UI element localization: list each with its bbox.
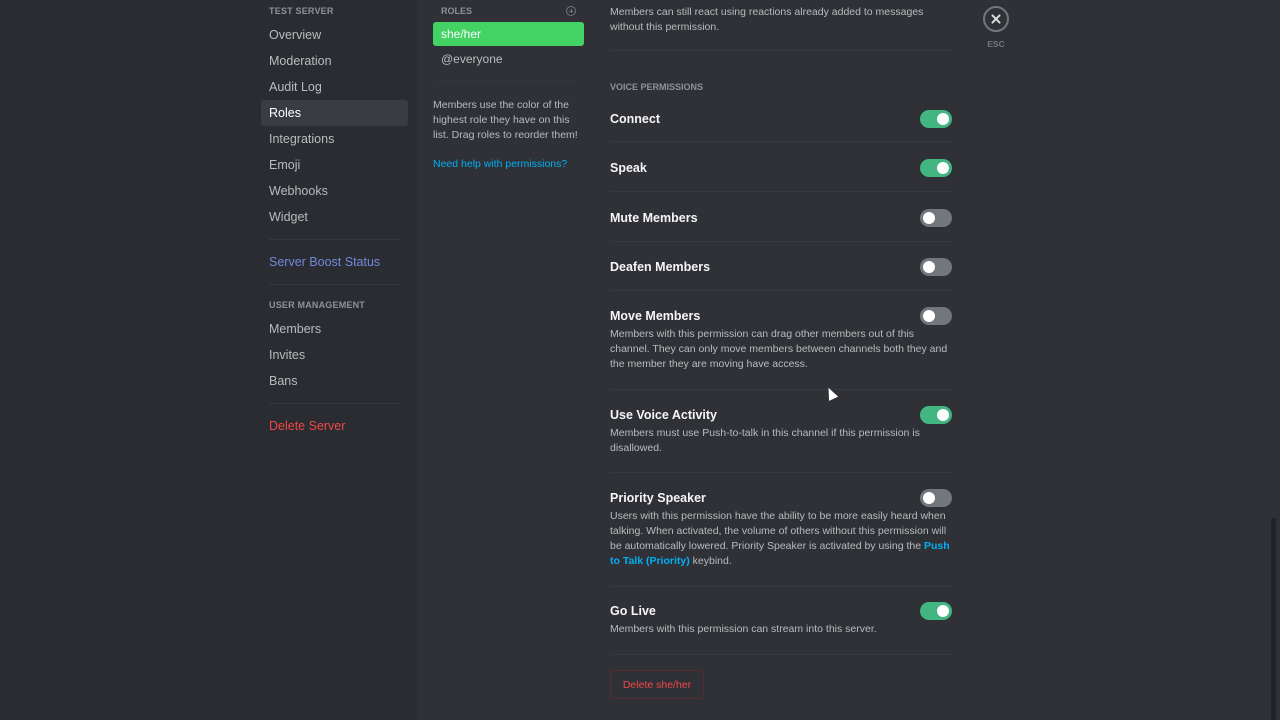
roles-info-text: Members use the color of the highest rol… <box>433 99 578 141</box>
permission-use-voice-activity: Use Voice Activity Members must use Push… <box>610 406 952 473</box>
description-text: keybind. <box>689 555 732 567</box>
permission-title: Go Live <box>610 604 656 618</box>
permission-title: Speak <box>610 161 647 175</box>
permission-deafen-members: Deafen Members <box>610 258 952 291</box>
permission-divider <box>610 654 952 655</box>
description-text: Users with this permission have the abil… <box>610 510 947 552</box>
roles-divider <box>438 81 576 82</box>
sidebar-item-overview[interactable]: Overview <box>261 22 408 48</box>
sidebar-item-emoji[interactable]: Emoji <box>261 152 408 178</box>
permission-title: Move Members <box>610 309 701 323</box>
permission-description: Members can still react using reactions … <box>610 6 924 33</box>
permission-description: Members with this permission can stream … <box>610 623 877 635</box>
permission-priority-speaker: Priority Speaker Users with this permiss… <box>610 489 952 587</box>
sidebar-item-server-boost-status[interactable]: Server Boost Status <box>261 249 408 275</box>
permission-move-members: Move Members Members with this permissio… <box>610 307 952 390</box>
voice-permissions-header: VOICE PERMISSIONS <box>610 82 704 92</box>
sidebar-item-members[interactable]: Members <box>261 316 408 342</box>
toggle-knob <box>923 310 935 322</box>
permission-add-reactions-partial: Members can still react using reactions … <box>610 0 952 51</box>
permission-toggle-speak[interactable] <box>920 159 952 177</box>
sidebar-item-integrations[interactable]: Integrations <box>261 126 408 152</box>
permissions-help-link[interactable]: Need help with permissions? <box>433 158 584 170</box>
sidebar-item-widget[interactable]: Widget <box>261 204 408 230</box>
toggle-knob <box>937 113 949 125</box>
permission-toggle-go-live[interactable] <box>920 602 952 620</box>
sidebar-item-bans[interactable]: Bans <box>261 368 408 394</box>
esc-label: ESC <box>987 39 1005 49</box>
toggle-knob <box>937 162 949 174</box>
sidebar-divider <box>269 284 400 285</box>
permission-description: Users with this permission have the abil… <box>610 509 952 569</box>
sidebar-item-roles[interactable]: Roles <box>261 100 408 126</box>
sidebar-divider <box>269 403 400 404</box>
permission-speak: Speak <box>610 159 952 192</box>
permission-divider <box>610 586 952 587</box>
permission-title: Use Voice Activity <box>610 408 717 422</box>
permission-toggle-connect[interactable] <box>920 110 952 128</box>
toggle-knob <box>923 492 935 504</box>
permission-title: Mute Members <box>610 211 698 225</box>
toggle-knob <box>923 261 935 273</box>
delete-role-button[interactable]: Delete she/her <box>610 670 704 699</box>
role-item-everyone[interactable]: @everyone <box>433 47 584 71</box>
permission-divider <box>610 141 952 142</box>
permission-title: Connect <box>610 112 660 126</box>
permission-title: Deafen Members <box>610 260 711 274</box>
settings-sidebar: TEST SERVER Overview Moderation Audit Lo… <box>261 0 408 439</box>
permission-divider <box>610 290 952 291</box>
toggle-knob <box>923 212 935 224</box>
sidebar-item-delete-server[interactable]: Delete Server <box>261 413 408 439</box>
permission-title: Priority Speaker <box>610 491 706 505</box>
sidebar-item-invites[interactable]: Invites <box>261 342 408 368</box>
sidebar-divider <box>269 239 400 240</box>
roles-panel: ROLES she/her @everyone Members use the … <box>433 0 584 170</box>
permission-divider <box>610 472 952 473</box>
permission-toggle-mute-members[interactable] <box>920 209 952 227</box>
role-item-she-her[interactable]: she/her <box>433 22 584 46</box>
permission-connect: Connect <box>610 110 952 142</box>
permission-divider <box>610 241 952 242</box>
permission-go-live: Go Live Members with this permission can… <box>610 602 952 655</box>
sidebar-header-server: TEST SERVER <box>269 6 334 16</box>
roles-header: ROLES <box>433 0 584 22</box>
sidebar-item-audit-log[interactable]: Audit Log <box>261 74 408 100</box>
permission-description: Members with this permission can drag ot… <box>610 328 948 370</box>
sidebar-header-user-management: USER MANAGEMENT <box>269 300 366 310</box>
toggle-knob <box>937 409 949 421</box>
permission-toggle-priority-speaker[interactable] <box>920 489 952 507</box>
permission-divider <box>610 191 952 192</box>
roles-header-label: ROLES <box>441 6 473 16</box>
permission-divider <box>610 50 952 51</box>
add-role-icon[interactable] <box>566 6 576 16</box>
permission-toggle-use-voice-activity[interactable] <box>920 406 952 424</box>
scrollbar-thumb[interactable] <box>1271 518 1276 720</box>
permission-description: Members must use Push-to-talk in this ch… <box>610 427 920 454</box>
sidebar-item-moderation[interactable]: Moderation <box>261 48 408 74</box>
sidebar-item-webhooks[interactable]: Webhooks <box>261 178 408 204</box>
permission-toggle-move-members[interactable] <box>920 307 952 325</box>
toggle-knob <box>937 605 949 617</box>
permission-mute-members: Mute Members <box>610 209 952 242</box>
close-icon[interactable] <box>983 6 1009 32</box>
permission-divider <box>610 389 952 390</box>
permission-toggle-deafen-members[interactable] <box>920 258 952 276</box>
